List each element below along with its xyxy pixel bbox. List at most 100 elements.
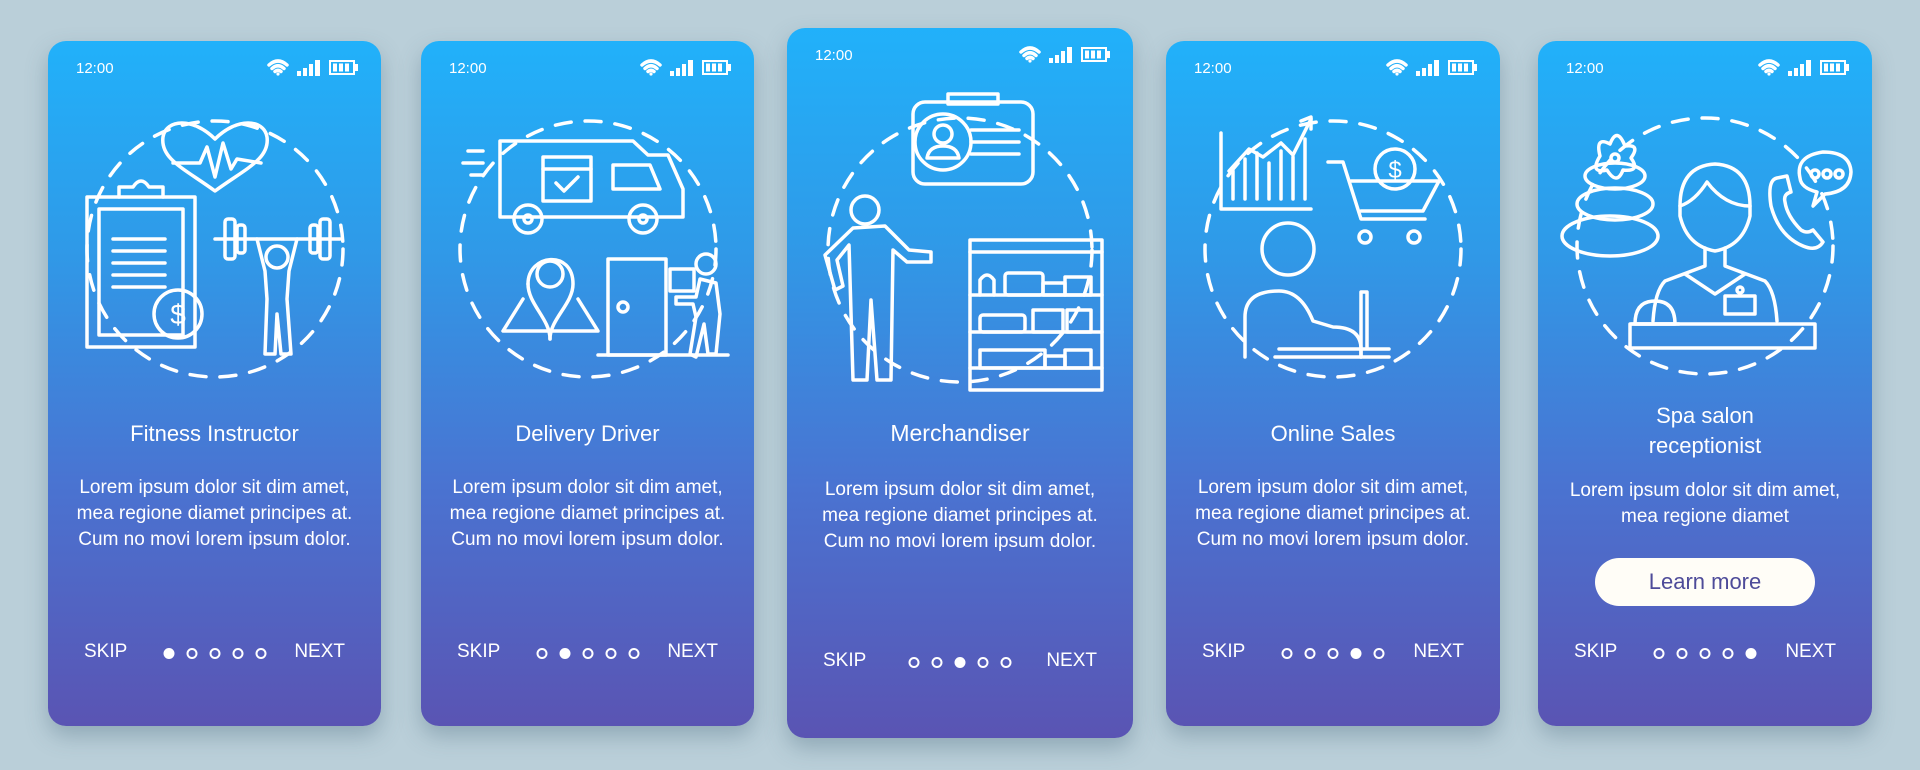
page-dot-4[interactable]	[232, 648, 243, 659]
page-dot-2[interactable]	[186, 648, 197, 659]
onboarding-nav: SKIP NEXT	[421, 641, 754, 671]
card-title: Delivery Driver	[515, 421, 660, 446]
page-indicator	[1653, 648, 1757, 659]
page-dot-2[interactable]	[1676, 648, 1688, 659]
signal-icon	[297, 59, 320, 76]
card-description: Lorem ipsum dolor sit dim amet, mea regi…	[822, 479, 1098, 552]
page-dot-4[interactable]	[1722, 648, 1734, 659]
page-dot-1-active[interactable]	[163, 648, 174, 659]
page-dot-3-active[interactable]	[954, 657, 966, 668]
skip-button[interactable]: SKIP	[1202, 641, 1245, 663]
signal-icon	[1788, 59, 1811, 76]
status-bar: 12:00	[1566, 59, 1850, 79]
battery-icon	[1820, 60, 1849, 75]
status-time: 12:00	[1194, 60, 1232, 77]
next-button[interactable]: NEXT	[667, 641, 718, 663]
skip-button[interactable]: SKIP	[823, 650, 866, 672]
page-dot-3[interactable]	[582, 648, 593, 659]
page-dot-5[interactable]	[1373, 648, 1385, 659]
page-dot-1[interactable]	[536, 648, 547, 659]
next-button[interactable]: NEXT	[1046, 650, 1097, 672]
page-indicator	[536, 648, 639, 659]
shopping-cart-dollar-icon: $	[1326, 147, 1441, 245]
onboarding-nav: SKIP NEXT	[787, 650, 1133, 680]
page-dot-1[interactable]	[1653, 648, 1665, 659]
learn-more-button[interactable]: Learn more	[1595, 558, 1815, 606]
skip-button[interactable]: SKIP	[457, 641, 500, 663]
page-dot-2-active[interactable]	[559, 648, 570, 659]
status-bar: 12:00	[449, 59, 732, 79]
page-dot-2[interactable]	[931, 657, 943, 668]
location-pin-icon	[500, 257, 600, 341]
next-button[interactable]: NEXT	[294, 641, 345, 663]
onboarding-screen-spa-salon-receptionist: 12:00 Spa salon receptionist Lorem ipsum…	[1538, 41, 1872, 726]
fitness-illustration: $	[84, 119, 345, 379]
status-bar: 12:00	[76, 59, 359, 79]
status-time: 12:00	[449, 60, 487, 77]
store-shelf-icon	[968, 238, 1104, 392]
wifi-icon	[1019, 46, 1041, 63]
wifi-icon	[1386, 59, 1408, 76]
phone-chat-icon	[1768, 150, 1853, 250]
spa-receptionist-illustration	[1560, 116, 1853, 376]
page-indicator	[908, 657, 1012, 668]
weightlifter-icon	[212, 217, 342, 356]
status-time: 12:00	[1566, 60, 1604, 77]
wifi-icon	[640, 59, 662, 76]
skip-button[interactable]: SKIP	[1574, 641, 1617, 663]
page-dot-4[interactable]	[605, 648, 616, 659]
next-button[interactable]: NEXT	[1785, 641, 1836, 663]
signal-icon	[1416, 59, 1439, 76]
standing-person-icon	[823, 194, 933, 382]
onboarding-screen-fitness-instructor: 12:00 $ Fitness Instructor Lorem ipsum d…	[48, 41, 381, 726]
wifi-icon	[1758, 59, 1780, 76]
delivery-illustration	[457, 119, 730, 379]
page-dot-1[interactable]	[1281, 648, 1293, 659]
page-indicator	[163, 648, 266, 659]
card-title: Online Sales	[1270, 421, 1396, 446]
signal-icon	[670, 59, 693, 76]
card-title: Spa salon receptionist	[1648, 403, 1762, 458]
signal-icon	[1049, 46, 1072, 63]
onboarding-screen-merchandiser: 12:00 Merchandiser Lorem ipsum dolor sit…	[787, 28, 1133, 738]
page-dot-3[interactable]	[209, 648, 220, 659]
card-title: Merchandiser	[890, 420, 1030, 446]
page-dot-4[interactable]	[977, 657, 989, 668]
status-time: 12:00	[815, 47, 853, 64]
card-description: Lorem ipsum dolor sit dim amet, mea regi…	[1569, 480, 1841, 527]
status-bar: 12:00	[1194, 59, 1478, 79]
skip-button[interactable]: SKIP	[84, 641, 127, 663]
page-dot-1[interactable]	[908, 657, 920, 668]
page-dot-2[interactable]	[1304, 648, 1316, 659]
battery-icon	[702, 60, 731, 75]
card-description: Lorem ipsum dolor sit dim amet, mea regi…	[449, 477, 726, 550]
page-dot-5-active[interactable]	[1745, 648, 1757, 659]
onboarding-screen-delivery-driver: 12:00 Delivery Driver Lorem ipsum dolor …	[421, 41, 754, 726]
onboarding-screen-online-sales: 12:00 $ Online Sales Lorem ipsum dolor s…	[1166, 41, 1500, 726]
onboarding-nav: SKIP NEXT	[48, 641, 381, 671]
card-description: Lorem ipsum dolor sit dim amet, mea regi…	[76, 477, 353, 550]
onboarding-nav: SKIP NEXT	[1166, 641, 1500, 671]
spa-stones-flower-icon	[1560, 133, 1660, 258]
delivery-van-icon	[460, 139, 685, 235]
next-button[interactable]: NEXT	[1413, 641, 1464, 663]
onboarding-nav: SKIP NEXT	[1538, 641, 1872, 671]
page-indicator	[1281, 648, 1385, 659]
svg-text:$: $	[1388, 157, 1401, 184]
page-dot-5[interactable]	[255, 648, 266, 659]
heart-pulse-icon	[160, 121, 269, 193]
page-dot-4-active[interactable]	[1350, 648, 1362, 659]
page-dot-5[interactable]	[1000, 657, 1012, 668]
battery-icon	[329, 60, 358, 75]
receptionist-icon	[1651, 162, 1779, 323]
battery-icon	[1081, 47, 1110, 62]
card-description: Lorem ipsum dolor sit dim amet, mea regi…	[1195, 477, 1471, 550]
page-dot-3[interactable]	[1327, 648, 1339, 659]
page-dot-5[interactable]	[628, 648, 639, 659]
merchandiser-illustration	[823, 92, 1104, 392]
card-title: Fitness Instructor	[130, 421, 299, 446]
online-sales-illustration: $	[1203, 115, 1463, 379]
svg-text:$: $	[170, 299, 186, 330]
page-dot-3[interactable]	[1699, 648, 1711, 659]
status-bar: 12:00	[815, 46, 1111, 66]
